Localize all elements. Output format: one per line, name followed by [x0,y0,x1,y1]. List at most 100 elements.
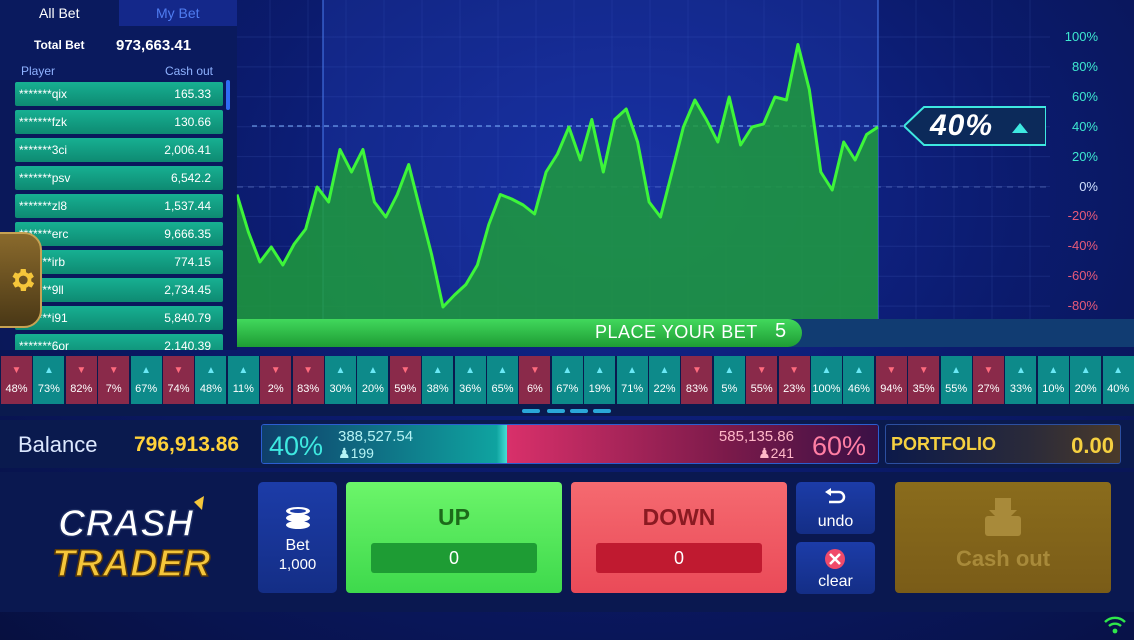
bet-row: *******irb 774.15 [15,250,223,274]
cash-out-button[interactable]: Cash out [895,482,1111,593]
history-percent: 67% [556,383,579,395]
portfolio-display: PORTFOLIO 0.00 [885,424,1121,464]
bet-amount-button[interactable]: Bet 1,000 [258,482,337,593]
bet-row: *******zl8 1,537.44 [15,194,223,218]
down-button[interactable]: DOWN 0 [571,482,787,593]
triangle-up-icon: ▲ [43,365,54,376]
bet-row: *******erc 9,666.35 [15,222,223,246]
total-bet-label: Total Bet [34,38,85,52]
history-up-cell: ▲ 67% [551,356,583,404]
triangle-up-icon: ▲ [853,365,864,376]
down-player-count: ♟241 [758,445,794,461]
scrollbar[interactable] [226,80,230,110]
history-percent: 36% [459,383,482,395]
settings-button[interactable] [0,232,42,328]
y-tick-label: 40% [1071,118,1098,134]
y-tick-label: -40% [1067,238,1098,254]
history-down-cell: ▼ 48% [1,356,32,404]
portfolio-value: 0.00 [1071,433,1114,458]
bet-cash-out: 2,006.41 [164,143,211,157]
history-percent: 23% [783,383,806,395]
history-up-cell: ▲ 20% [1070,356,1102,404]
history-percent: 40% [1107,383,1130,395]
history-up-cell: ▲ 5% [713,356,745,404]
triangle-down-icon: ▼ [529,365,540,376]
triangle-up-icon: ▲ [1080,365,1091,376]
y-tick-label: -80% [1067,298,1098,314]
balance-label: Balance [18,432,98,457]
bet-row: *******i91 5,840.79 [15,306,223,330]
history-percent: 6% [526,383,543,395]
clear-button[interactable]: clear [796,542,875,594]
history-up-cell: ▲ 40% [1102,356,1134,404]
bet-player: *******zl8 [19,199,68,213]
bet-tabs: All Bet My Bet [0,0,237,26]
history-up-cell: ▲ 73% [33,356,65,404]
triangle-up-icon: ▲ [562,365,573,376]
up-button[interactable]: UP 0 [346,482,562,593]
history-percent: 59% [394,383,417,395]
history-down-cell: ▼ 55% [746,356,778,404]
person-icon: ♟ [338,445,351,461]
tab-all-bet[interactable]: All Bet [0,0,119,26]
history-percent: 30% [329,383,352,395]
history-page-indicator [570,409,588,413]
place-bet-text: PLACE YOUR BET [595,322,758,342]
bet-value: 1,000 [278,556,317,573]
history-percent: 82% [70,383,93,395]
triangle-up-icon: ▲ [821,365,832,376]
triangle-down-icon: ▼ [756,365,767,376]
history-down-cell: ▼ 7% [98,356,130,404]
history-down-cell: ▼ 82% [65,356,97,404]
triangle-up-icon: ▲ [238,365,249,376]
history-page-indicator [522,409,540,413]
history-down-cell: ▼ 2% [260,356,292,404]
history-down-cell: ▼ 83% [292,356,324,404]
history-percent: 27% [977,383,1000,395]
history-percent: 10% [1042,383,1065,395]
history-percent: 55% [945,383,968,395]
balance-value: 796,913.86 [134,433,240,456]
triangle-down-icon: ▼ [789,365,800,376]
history-percent: 100% [812,383,841,395]
history-percent: 11% [232,383,254,395]
bet-label: Bet [285,537,310,554]
history-percent: 94% [880,383,903,395]
download-tray-icon [985,498,1021,536]
history-down-cell: ▼ 59% [389,356,421,404]
total-bet-row: Total Bet 973,663.41 [0,26,237,64]
history-up-cell: ▲ 67% [130,356,162,404]
history-down-cell: ▼ 35% [908,356,940,404]
history-up-cell: ▲ 36% [454,356,486,404]
triangle-up-icon: ▲ [497,365,508,376]
bet-cash-out: 1,537.44 [164,199,211,213]
close-icon [825,549,845,569]
triangle-down-icon: ▼ [983,365,994,376]
place-bet-timer: PLACE YOUR BET 5 [237,319,1134,347]
history-percent: 33% [1009,383,1032,395]
history-percent: 55% [750,383,773,395]
triangle-up-icon: ▲ [432,365,443,376]
clear-label: clear [818,573,853,590]
triangle-up-icon: ▲ [1113,365,1124,376]
bet-cash-out: 2,734.45 [164,283,211,297]
up-total-amount: 388,527.54 [338,428,414,445]
undo-button[interactable]: undo [796,482,875,534]
history-percent: 2% [267,383,284,395]
triangle-up-icon: ▲ [141,365,152,376]
history-percent: 65% [491,383,514,395]
undo-icon [825,488,846,504]
history-up-cell: ▲ 48% [195,356,227,404]
down-total-amount: 585,135.86 [718,428,794,445]
bet-cash-out: 9,666.35 [164,227,211,241]
history-down-cell: ▼ 23% [778,356,810,404]
bet-cash-out: 2,140.39 [164,339,211,350]
bet-row: *******psv 6,542.2 [15,166,223,190]
logo-arrow [194,496,204,510]
triangle-up-icon: ▲ [205,365,216,376]
history-percent: 5% [721,383,738,395]
history-percent: 20% [361,383,384,395]
triangle-up-icon: ▲ [594,365,605,376]
tab-my-bet[interactable]: My Bet [118,0,237,26]
countdown-value: 5 [775,320,787,342]
